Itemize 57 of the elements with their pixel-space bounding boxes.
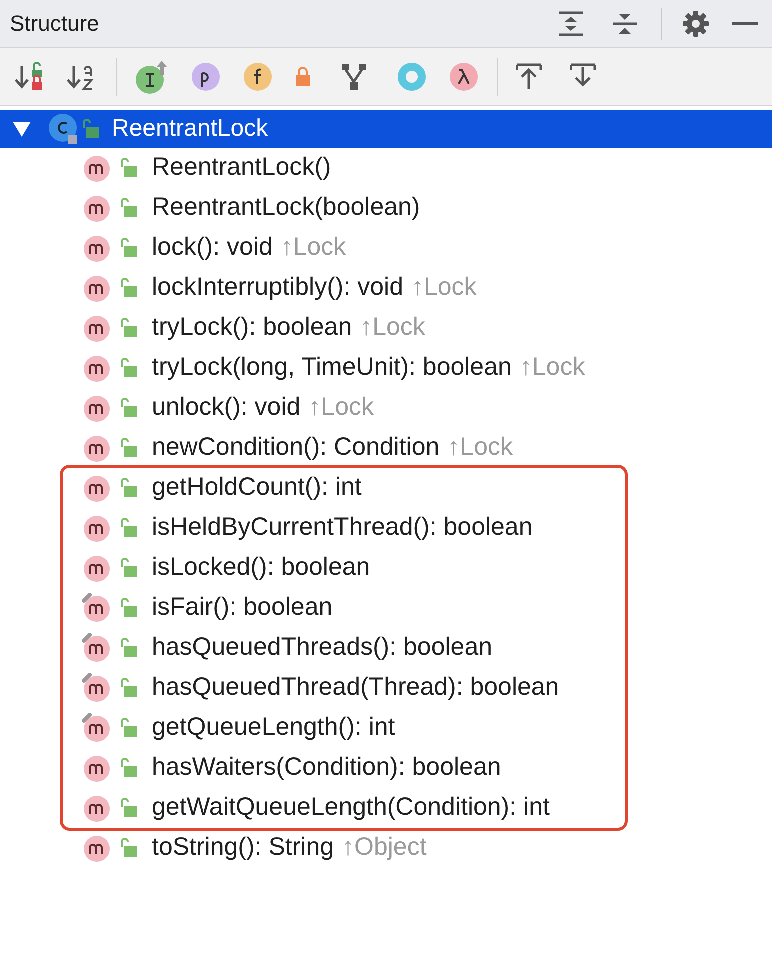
fields-icon[interactable] <box>243 62 273 92</box>
unlocked-icon <box>120 358 138 378</box>
panel-title: Structure <box>10 10 100 38</box>
method-signature[interactable]: newCondition(): Condition <box>152 429 440 467</box>
inherited-from-label: ↑Lock <box>520 352 586 384</box>
inherited-from-label: ↑Lock <box>308 392 374 424</box>
unlocked-icon <box>120 598 138 618</box>
method-signature[interactable]: ReentrantLock() <box>152 149 332 187</box>
tree-root-row[interactable]: ReentrantLock <box>0 110 772 148</box>
unlocked-icon <box>120 798 138 818</box>
unlocked-icon <box>120 158 138 178</box>
method-signature[interactable]: tryLock(long, TimeUnit): boolean <box>152 349 512 387</box>
hierarchy-icon[interactable] <box>341 62 367 90</box>
scroll-from-source-icon[interactable] <box>516 62 542 90</box>
unlocked-icon <box>120 718 138 738</box>
method-signature[interactable]: hasQueuedThread(Thread): boolean <box>152 669 560 707</box>
method-signature[interactable]: getWaitQueueLength(Condition): int <box>152 789 550 827</box>
method-signature[interactable]: isHeldByCurrentThread(): boolean <box>152 509 533 547</box>
class-icon <box>48 113 80 145</box>
unlocked-icon <box>120 558 138 578</box>
method-signature[interactable]: hasQueuedThreads(): boolean <box>152 629 493 667</box>
method-signature[interactable]: isLocked(): boolean <box>152 549 370 587</box>
properties-icon[interactable] <box>191 62 221 92</box>
method-signature[interactable]: hasWaiters(Condition): boolean <box>152 749 502 787</box>
expand-all-icon[interactable] <box>557 10 585 38</box>
method-signature[interactable]: lockInterruptibly(): void <box>152 269 404 307</box>
lambda-icon[interactable] <box>449 62 479 92</box>
unlocked-icon <box>120 478 138 498</box>
unlocked-icon <box>120 758 138 778</box>
unlocked-icon <box>120 278 138 298</box>
class-name: ReentrantLock <box>112 114 268 144</box>
method-signature[interactable]: lock(): void <box>152 229 273 267</box>
expand-arrow-icon[interactable] <box>12 119 32 139</box>
method-signature[interactable]: isFair(): boolean <box>152 589 333 627</box>
unlocked-icon <box>120 638 138 658</box>
unlocked-icon <box>120 318 138 338</box>
inherited-from-label: ↑Object <box>342 832 427 864</box>
method-signature[interactable]: tryLock(): boolean <box>152 309 352 347</box>
method-signature[interactable]: ReentrantLock(boolean) <box>152 189 420 227</box>
unlocked-icon <box>120 398 138 418</box>
inherited-from-label: ↑Lock <box>448 432 513 464</box>
method-signature[interactable]: toString(): String <box>152 829 334 867</box>
unlocked-icon <box>120 198 138 218</box>
inherited-from-label: ↑Lock <box>360 312 426 344</box>
method-signature[interactable]: unlock(): void <box>152 389 301 427</box>
inherited-from-label: ↑Lock <box>411 272 477 304</box>
unlocked-icon <box>120 678 138 698</box>
minimize-icon[interactable] <box>732 22 758 26</box>
unlocked-icon <box>82 119 100 139</box>
inherited-from-label: ↑Lock <box>280 232 346 264</box>
settings-icon[interactable] <box>682 10 710 38</box>
method-signature[interactable]: getQueueLength(): int <box>152 709 396 747</box>
unlocked-icon <box>120 518 138 538</box>
unlocked-icon <box>120 238 138 258</box>
unlocked-icon <box>120 838 138 858</box>
unlocked-icon <box>120 438 138 458</box>
method-signature[interactable]: getHoldCount(): int <box>152 469 362 507</box>
